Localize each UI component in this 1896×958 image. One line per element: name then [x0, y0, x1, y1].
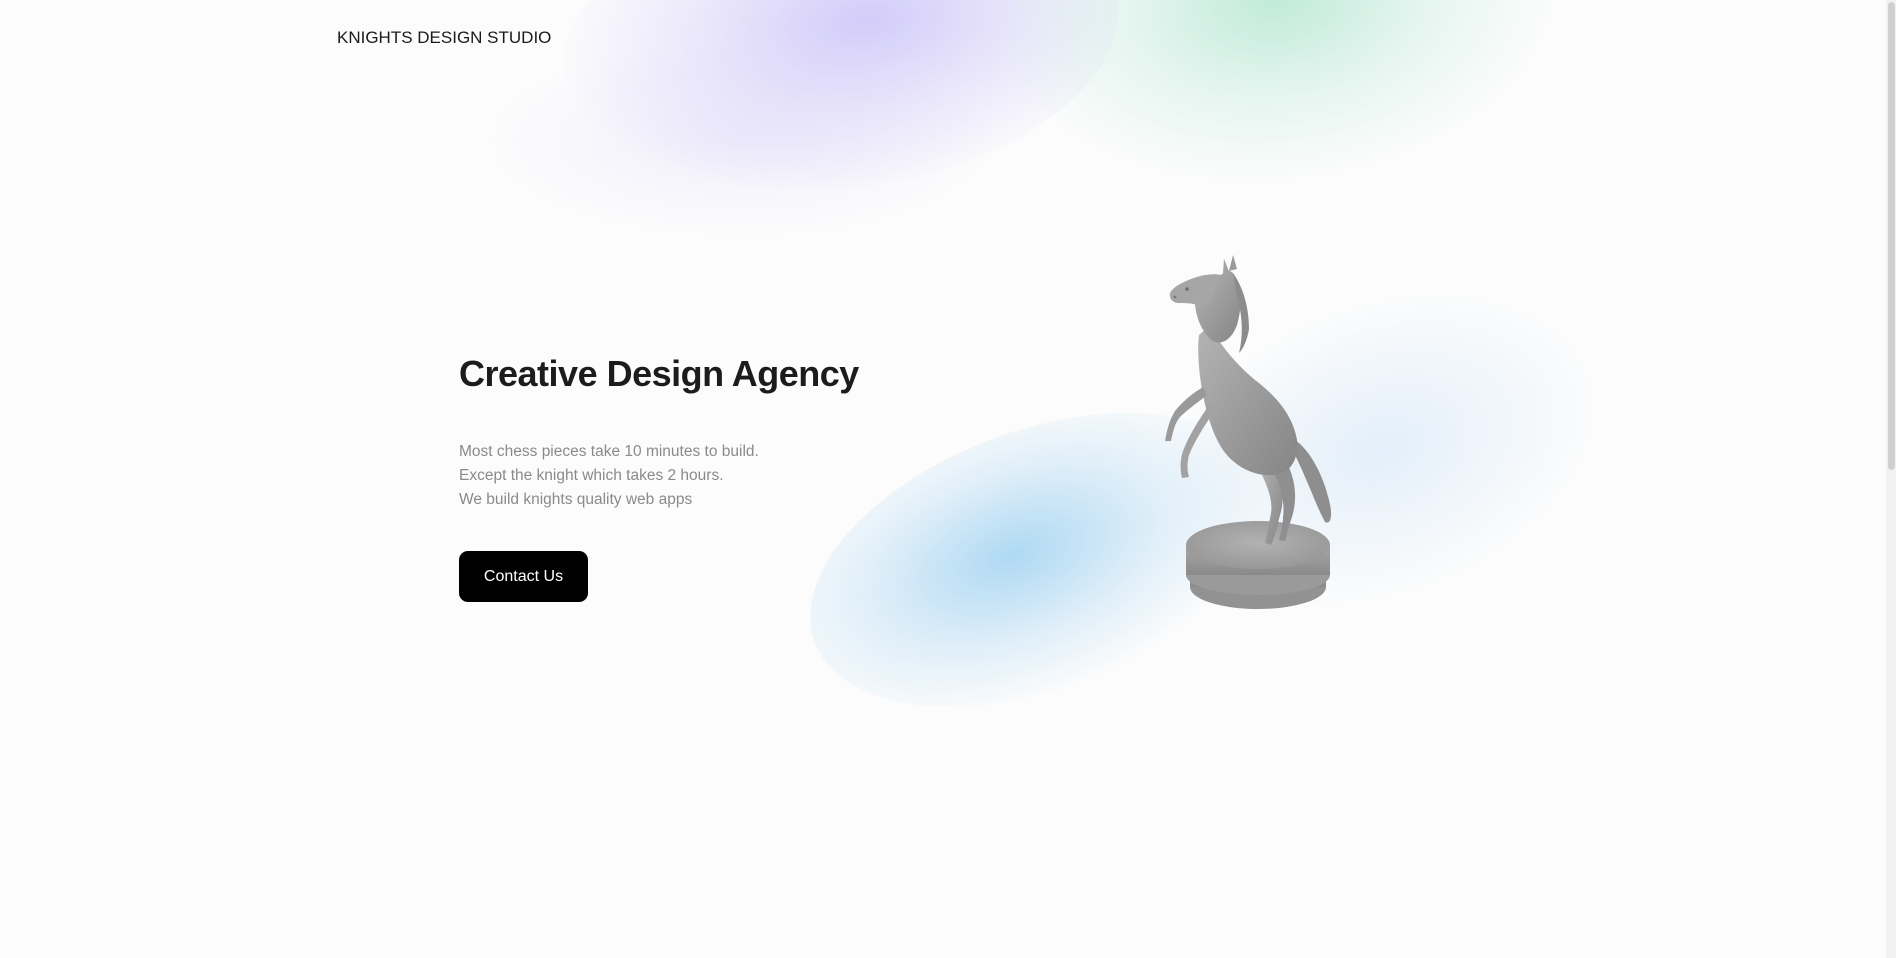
hero-line: We build knights quality web apps: [459, 491, 693, 508]
scrollbar-thumb[interactable]: [1888, 2, 1895, 470]
hero-line: Most chess pieces take 10 minutes to bui…: [459, 443, 759, 460]
hero-title: Creative Design Agency: [459, 353, 859, 394]
background-gradient-purple: [541, 0, 1139, 228]
landing-page: KNIGHTS DESIGN STUDIO Creative Design Ag…: [0, 0, 1896, 958]
background-gradient-mint: [985, 0, 1575, 209]
contact-us-button[interactable]: Contact Us: [459, 551, 588, 602]
background-gradient-lavender-soft: [480, 40, 1000, 240]
chess-knight-horse-icon: [1165, 255, 1332, 609]
hero-description: Most chess pieces take 10 minutes to bui…: [459, 440, 759, 512]
vertical-scrollbar[interactable]: [1886, 0, 1896, 958]
brand-logo-text[interactable]: KNIGHTS DESIGN STUDIO: [337, 28, 551, 48]
hero-line: Except the knight which takes 2 hours.: [459, 467, 724, 484]
